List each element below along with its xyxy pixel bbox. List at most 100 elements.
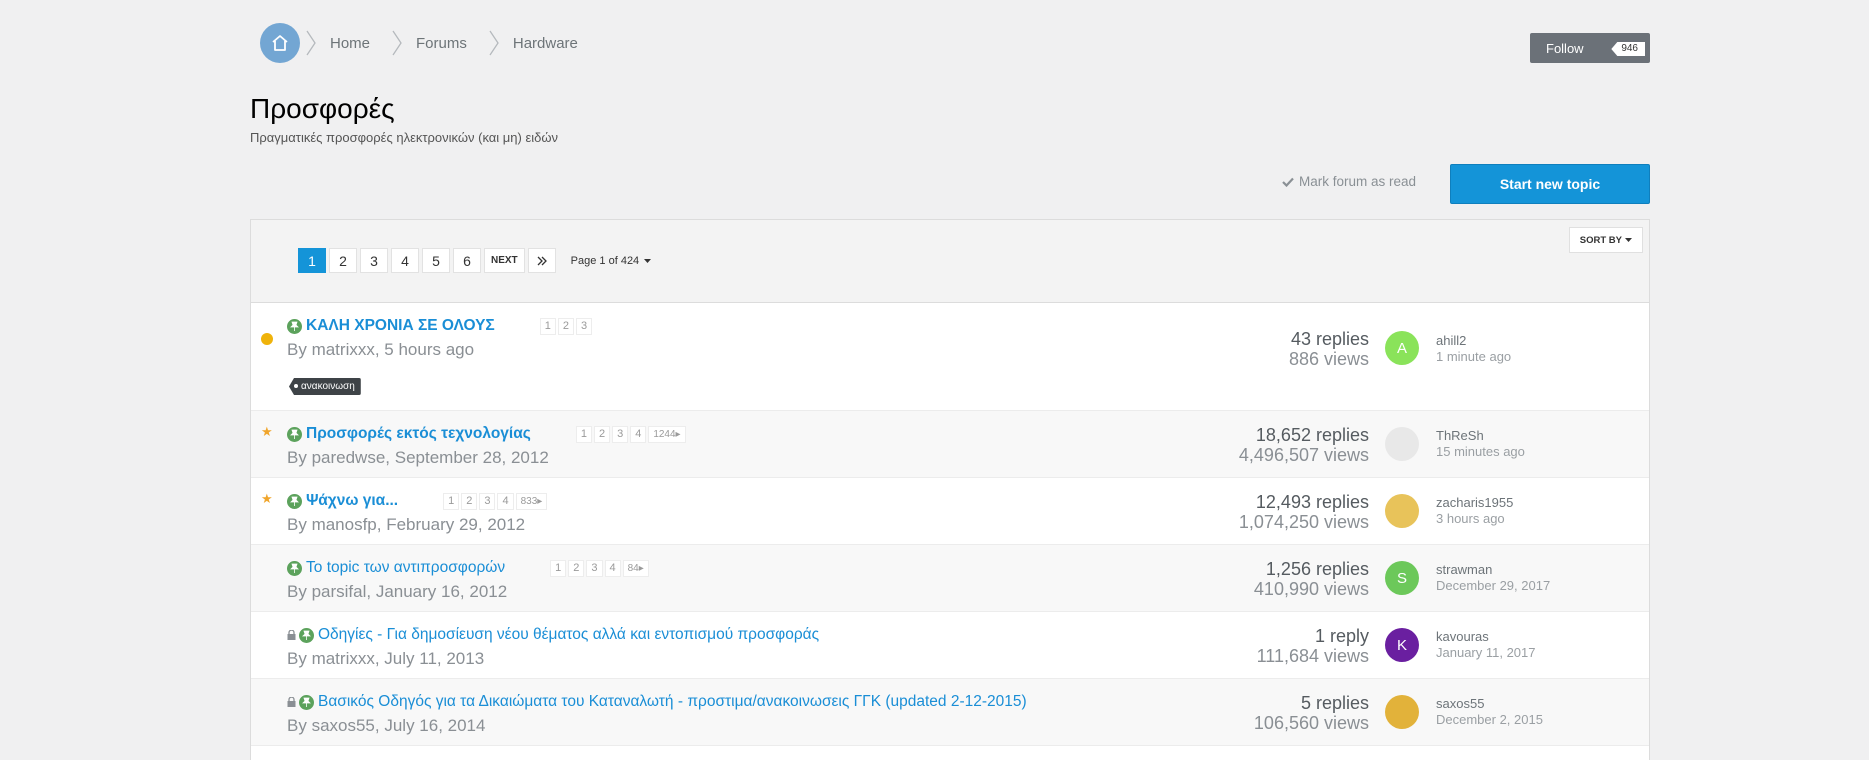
topic-mini-pagination: 1 2 3 4 833▸ bbox=[443, 492, 548, 510]
topic-stats: 1 reply 111,684 views bbox=[1257, 626, 1369, 666]
page-1-button[interactable]: 1 bbox=[298, 248, 326, 273]
follow-button[interactable]: Follow 946 bbox=[1530, 33, 1650, 63]
topic-tag[interactable]: ανακοινωση bbox=[289, 378, 361, 395]
page-6-button[interactable]: 6 bbox=[453, 248, 481, 273]
topic-row: ★ Προσφορές εκτός τεχνολογίας 1 2 3 4 1244▸ By … bbox=[251, 411, 1649, 478]
breadcrumb-hardware[interactable]: Hardware bbox=[513, 35, 578, 52]
by-label: By bbox=[287, 649, 312, 668]
page-of-label: Page 1 of 424 bbox=[570, 254, 640, 267]
last-poster-link[interactable]: ahill2 bbox=[1436, 333, 1511, 349]
last-post-info: saxos55 December 2, 2015 bbox=[1436, 696, 1543, 728]
page-title: Προσφορές bbox=[250, 93, 395, 124]
topic-title-link[interactable]: Βασικός Οδηγός για τα Δικαιώματα του Κατ… bbox=[318, 693, 1027, 711]
last-post-info: ahill2 1 minute ago bbox=[1436, 333, 1511, 365]
lock-icon bbox=[287, 630, 296, 640]
breadcrumb: Home Forums Hardware bbox=[260, 23, 594, 63]
topic-page-link[interactable]: 2 bbox=[461, 492, 478, 510]
avatar[interactable] bbox=[1385, 494, 1419, 528]
topic-start-date: , 5 hours ago bbox=[374, 340, 475, 359]
star-icon: ★ bbox=[261, 491, 273, 506]
last-post-time: 1 minute ago bbox=[1436, 349, 1512, 364]
checkmark-icon bbox=[1282, 177, 1294, 187]
topic-page-link[interactable]: 1 bbox=[550, 559, 567, 577]
sort-by-dropdown[interactable]: SORT BY bbox=[1568, 227, 1643, 253]
topic-author-link[interactable]: paredwse bbox=[312, 448, 386, 467]
last-poster-link[interactable]: kavouras bbox=[1436, 629, 1536, 645]
sort-by-label: SORT BY bbox=[1579, 234, 1622, 246]
last-poster-link[interactable]: saxos55 bbox=[1436, 696, 1543, 712]
reply-count: 1,256 replies bbox=[1265, 559, 1369, 579]
last-post-time: December 2, 2015 bbox=[1436, 712, 1543, 727]
avatar[interactable]: S bbox=[1385, 561, 1419, 595]
mark-read-label: Mark forum as read bbox=[1299, 174, 1417, 189]
topic-page-link[interactable]: 3 bbox=[586, 559, 603, 577]
avatar[interactable] bbox=[1385, 427, 1419, 461]
last-poster-link[interactable]: zacharis1955 bbox=[1436, 495, 1513, 511]
topic-mini-pagination: 123 bbox=[539, 317, 593, 335]
topic-title-link[interactable]: Προσφορές εκτός τεχνολογίας bbox=[306, 425, 531, 443]
topic-last-page-link[interactable]: 1244▸ bbox=[648, 425, 686, 443]
avatar[interactable]: A bbox=[1385, 331, 1419, 365]
home-icon[interactable] bbox=[260, 23, 300, 63]
chevron-right-icon bbox=[386, 23, 408, 63]
page-jump-dropdown[interactable]: Page 1 of 424 bbox=[571, 255, 652, 267]
avatar[interactable]: K bbox=[1385, 628, 1419, 662]
reply-count: 18,652 replies bbox=[1255, 425, 1369, 445]
page-2-button[interactable]: 2 bbox=[329, 248, 357, 273]
reply-count: 1 reply bbox=[1314, 626, 1369, 646]
topic-start-date: , September 28, 2012 bbox=[385, 448, 549, 467]
last-poster-link[interactable]: ThReSh bbox=[1436, 428, 1525, 444]
topic-title-link[interactable]: Ψάχνω για... bbox=[306, 492, 398, 510]
page-4-button[interactable]: 4 bbox=[391, 248, 419, 273]
chevron-right-icon bbox=[300, 23, 322, 63]
topic-row: ΚΑΛΗ ΧΡΟΝΙΑ ΣΕ ΟΛΟΥΣ 1 2 3 By matrixxx, 5 ho… bbox=[251, 303, 1649, 411]
topic-page-link[interactable]: 2 bbox=[568, 559, 585, 577]
topic-last-page-link[interactable]: 833▸ bbox=[515, 492, 548, 510]
topic-page-link[interactable]: 1 bbox=[575, 425, 592, 443]
next-page-button[interactable]: NEXT bbox=[484, 248, 525, 273]
last-poster-link[interactable]: strawman bbox=[1436, 562, 1550, 578]
topic-title-link[interactable]: Οδηγίες - Για δημοσίευση νέου θέματος αλ… bbox=[318, 626, 819, 644]
last-post-info: kavouras January 11, 2017 bbox=[1436, 629, 1536, 661]
start-new-topic-button[interactable]: Start new topic bbox=[1450, 164, 1650, 204]
breadcrumb-forums[interactable]: Forums bbox=[416, 35, 467, 52]
view-count: 886 views bbox=[1288, 349, 1369, 369]
by-label: By bbox=[287, 716, 312, 735]
pinned-icon bbox=[299, 627, 314, 643]
topic-page-link[interactable]: 3 bbox=[479, 492, 496, 510]
topic-last-page-link[interactable]: 84▸ bbox=[622, 559, 649, 577]
topic-page-link[interactable]: 3 bbox=[575, 317, 593, 335]
topic-page-link[interactable]: 2 bbox=[557, 317, 574, 335]
topic-title-line: Βασικός Οδηγός για τα Δικαιώματα του Κατ… bbox=[287, 693, 1027, 711]
avatar[interactable] bbox=[1385, 695, 1419, 729]
topic-page-link[interactable]: 4 bbox=[497, 492, 514, 510]
topic-byline: By matrixxx, 5 hours ago bbox=[287, 340, 474, 360]
topic-title-line: ΚΑΛΗ ΧΡΟΝΙΑ ΣΕ ΟΛΟΥΣ 1 2 3 bbox=[287, 317, 593, 335]
breadcrumb-home[interactable]: Home bbox=[330, 35, 370, 52]
topic-title-link[interactable]: Το topic των αντιπροσφορών bbox=[306, 559, 505, 577]
topic-page-link[interactable]: 4 bbox=[604, 559, 621, 577]
topic-row: Το topic των αντιπροσφορών 1 2 3 4 84▸ By pars… bbox=[251, 545, 1649, 612]
topic-page-link[interactable]: 1 bbox=[539, 317, 556, 335]
topic-page-link[interactable]: 3 bbox=[612, 425, 629, 443]
topic-author-link[interactable]: matrixxx bbox=[312, 340, 375, 359]
topic-author-link[interactable]: saxos55 bbox=[312, 716, 375, 735]
topic-page-link[interactable]: 4 bbox=[630, 425, 647, 443]
topic-page-link[interactable]: 2 bbox=[593, 425, 611, 443]
topic-author-link[interactable]: parsifal bbox=[312, 582, 367, 601]
topic-stats: 5 replies 106,560 views bbox=[1254, 693, 1369, 733]
page-5-button[interactable]: 5 bbox=[422, 248, 450, 273]
topic-title-line: Ψάχνω για... 1 2 3 4 833▸ bbox=[287, 492, 548, 510]
topic-page-link[interactable]: 1 bbox=[443, 492, 460, 510]
last-page-button[interactable] bbox=[527, 248, 556, 273]
page-3-button[interactable]: 3 bbox=[360, 248, 388, 273]
mark-forum-read-link[interactable]: Mark forum as read bbox=[1282, 174, 1416, 189]
unread-indicator-icon bbox=[261, 333, 273, 345]
topic-title-link[interactable]: ΚΑΛΗ ΧΡΟΝΙΑ ΣΕ ΟΛΟΥΣ bbox=[306, 317, 495, 335]
caret-down-icon bbox=[644, 258, 652, 263]
topic-author-link[interactable]: matrixxx bbox=[312, 649, 375, 668]
view-count: 111,684 views bbox=[1256, 646, 1369, 666]
pinned-icon bbox=[287, 560, 302, 576]
topic-author-link[interactable]: manosfp bbox=[312, 515, 377, 534]
caret-down-icon bbox=[1625, 238, 1632, 242]
